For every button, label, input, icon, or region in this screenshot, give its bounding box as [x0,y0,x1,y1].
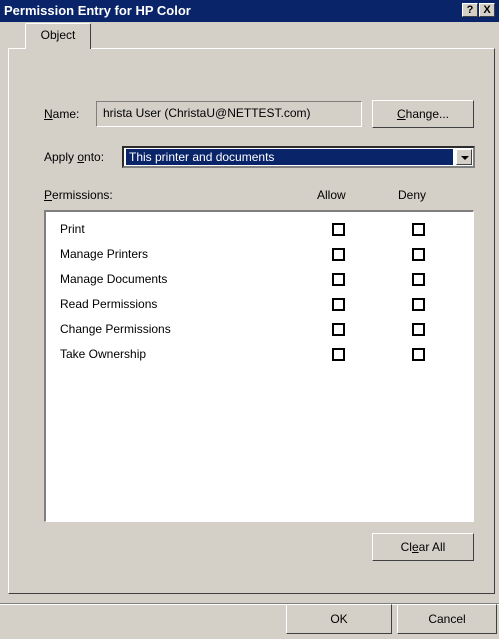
permission-label: Print [60,222,85,236]
allow-checkbox[interactable] [332,273,345,286]
close-button[interactable]: X [479,3,495,17]
deny-checkbox[interactable] [412,348,425,361]
name-label: Name: [44,107,80,121]
permission-row: Print [46,220,473,240]
permission-label: Manage Printers [60,247,149,261]
allow-checkbox[interactable] [332,348,345,361]
ok-button[interactable]: OK [286,604,392,634]
allow-checkbox[interactable] [332,323,345,336]
title-bar: Permission Entry for HP Color ? X [0,0,499,22]
deny-checkbox[interactable] [412,223,425,236]
allow-checkbox[interactable] [332,298,345,311]
permissions-list: Print Manage Printers Manage Documents R… [44,210,474,522]
apply-onto-selected: This printer and documents [126,149,453,165]
clear-all-button[interactable]: Clear All [372,533,474,561]
deny-checkbox[interactable] [412,248,425,261]
chevron-down-icon[interactable] [456,149,472,165]
permission-label: Read Permissions [60,297,158,311]
change-button[interactable]: Change... [372,100,474,128]
cancel-button[interactable]: Cancel [397,604,497,634]
allow-checkbox[interactable] [332,248,345,261]
permission-label: Take Ownership [60,347,147,361]
deny-checkbox[interactable] [412,273,425,286]
name-field: hrista User (ChristaU@NETTEST.com) [96,101,362,127]
tab-object-label: Object [40,28,76,42]
permission-row: Manage Printers [46,245,473,265]
permission-row: Take Ownership [46,345,473,365]
tab-object[interactable]: Object [25,23,91,49]
help-button[interactable]: ? [462,3,478,17]
permission-row: Read Permissions [46,295,473,315]
permissions-label: Permissions: [44,188,113,202]
allow-checkbox[interactable] [332,223,345,236]
deny-checkbox[interactable] [412,298,425,311]
allow-header: Allow [317,188,346,202]
name-value: hrista User (ChristaU@NETTEST.com) [103,106,311,120]
apply-onto-label: Apply onto: [44,150,105,164]
deny-header: Deny [398,188,427,202]
permission-label: Change Permissions [60,322,171,336]
apply-onto-select[interactable]: This printer and documents [122,146,475,168]
permission-row: Change Permissions [46,320,473,340]
permission-row: Manage Documents [46,270,473,290]
window-title: Permission Entry for HP Color [4,3,191,18]
permission-label: Manage Documents [60,272,168,286]
deny-checkbox[interactable] [412,323,425,336]
